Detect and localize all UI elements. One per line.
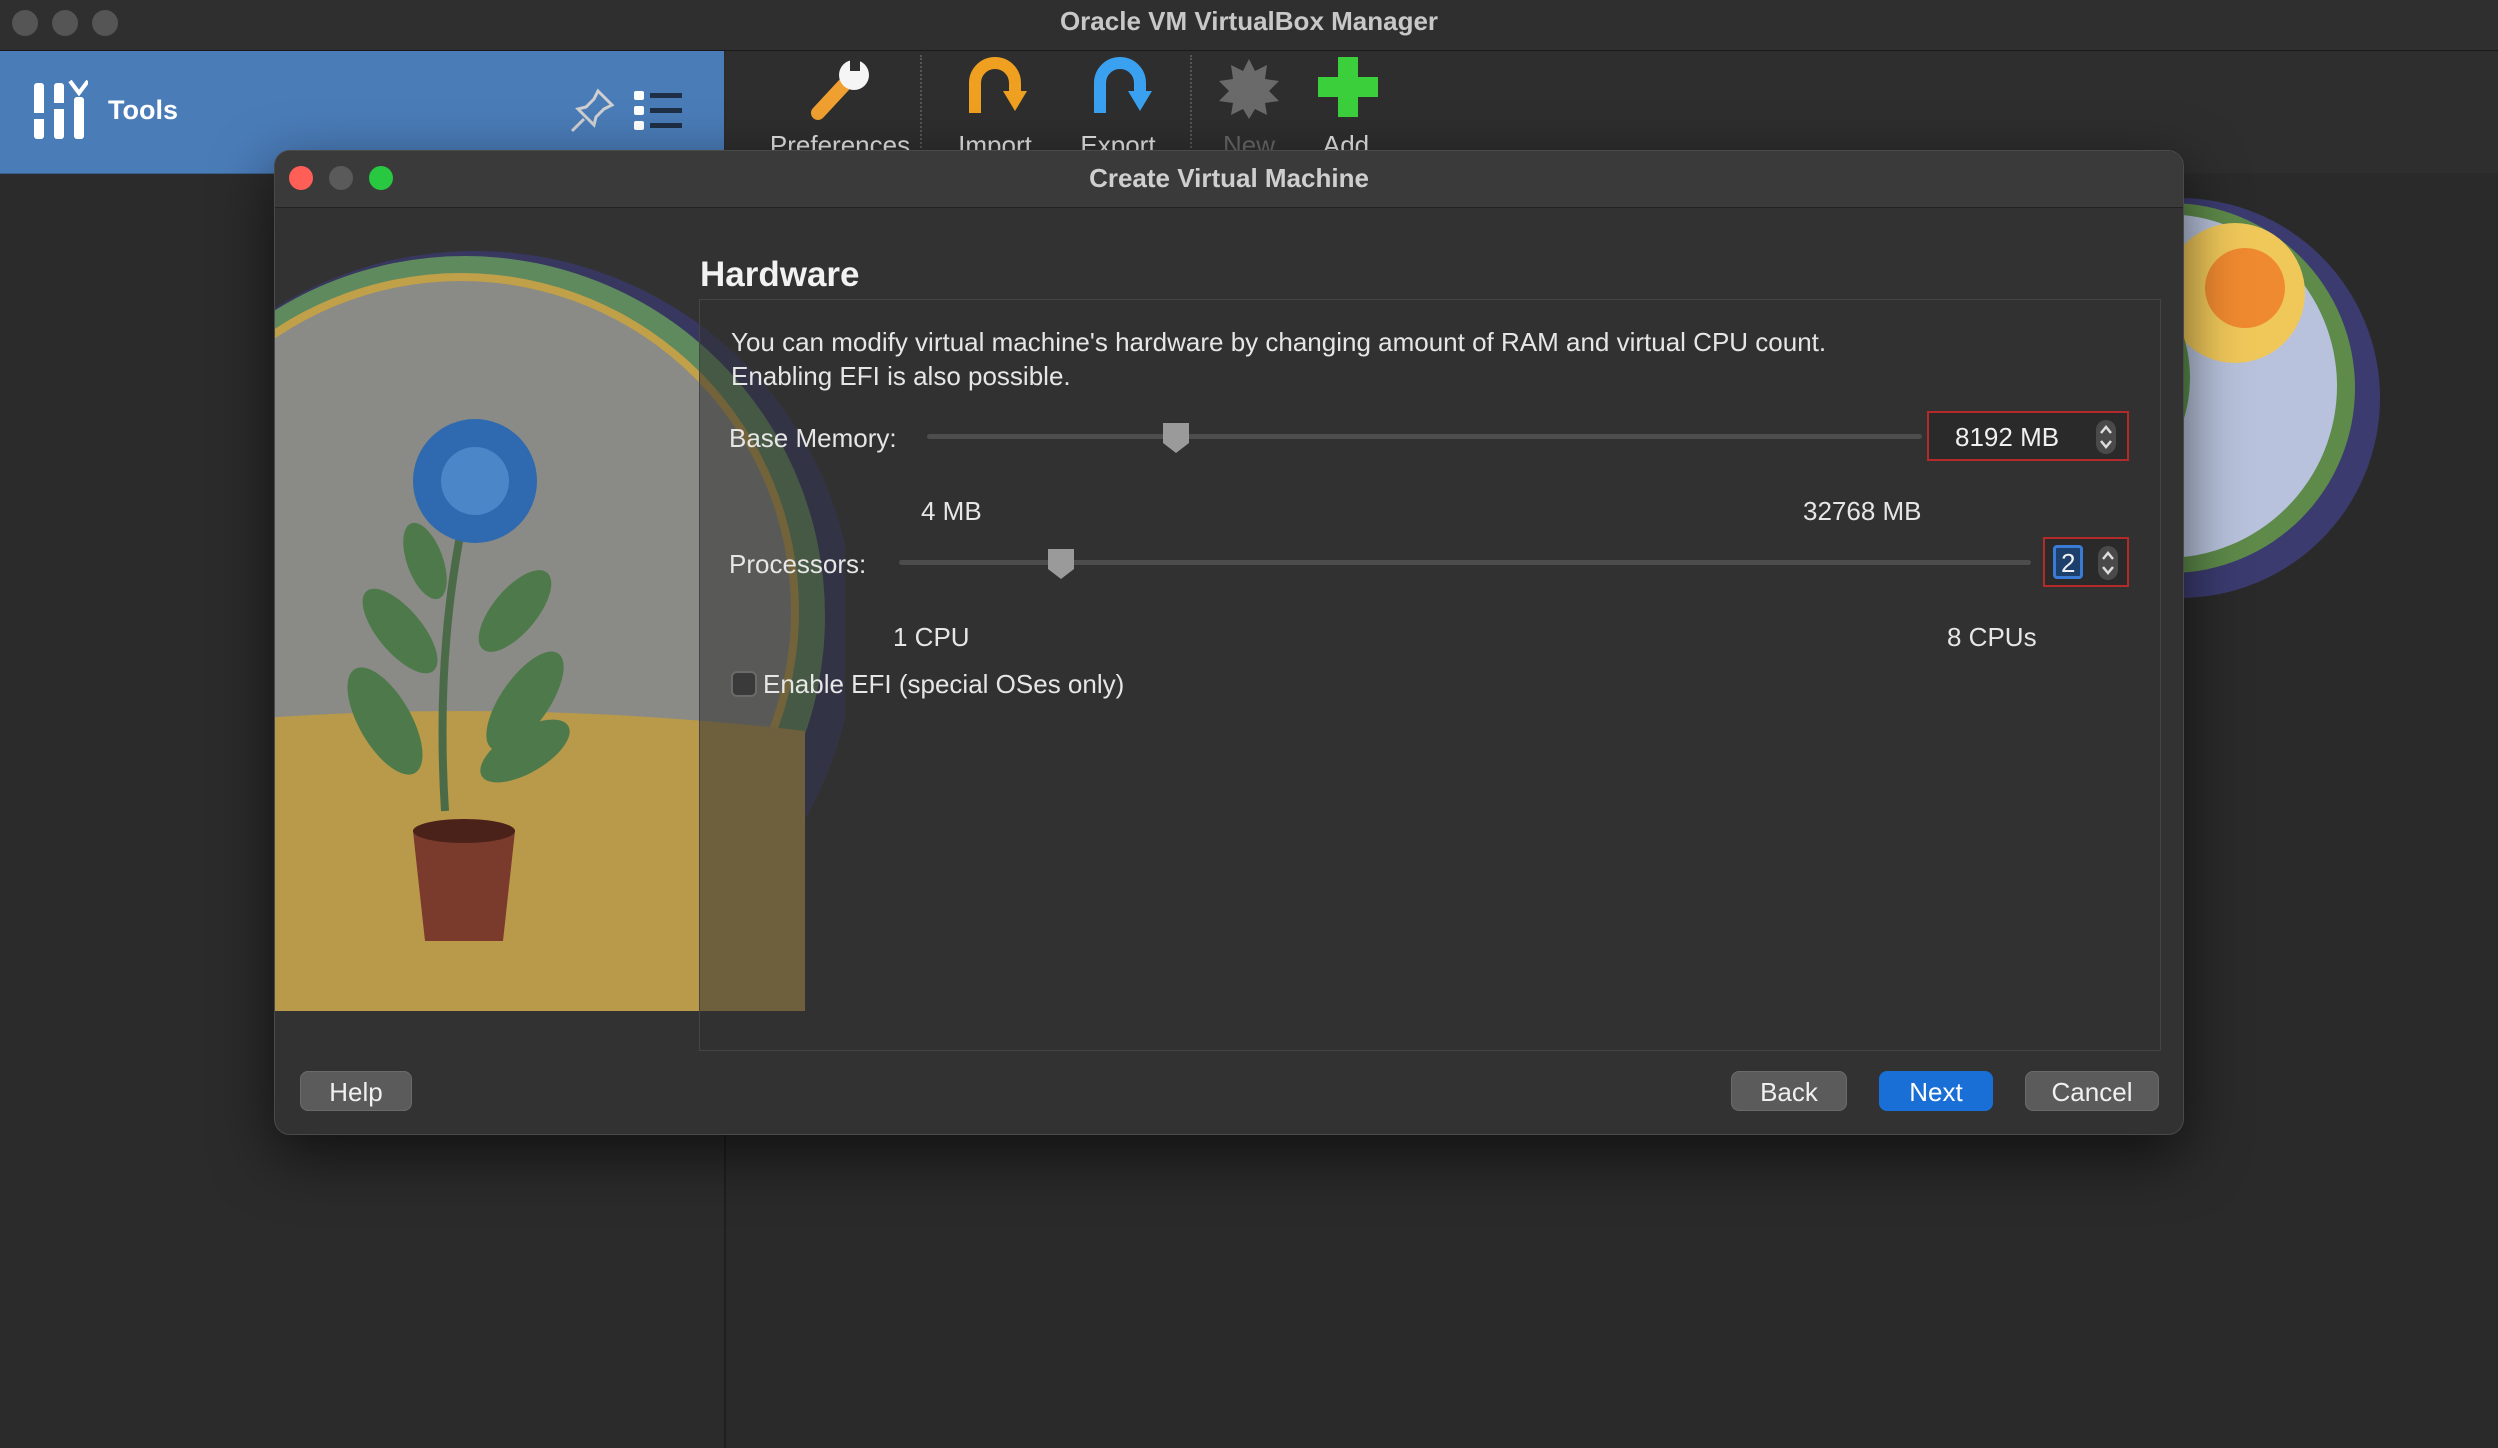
export-arrow-icon bbox=[1094, 57, 1152, 113]
spinbox-arrows-icon[interactable] bbox=[2097, 545, 2119, 581]
dialog-titlebar: Create Virtual Machine bbox=[275, 151, 2183, 208]
base-memory-slider[interactable] bbox=[927, 434, 1922, 439]
enable-efi-label[interactable]: Enable EFI (special OSes only) bbox=[763, 669, 1124, 700]
processors-min-label: 1 CPU bbox=[893, 622, 970, 652]
description-line-2: Enabling EFI is also possible. bbox=[731, 361, 1071, 391]
create-vm-dialog: Create Virtual Machine Hardware You can … bbox=[274, 150, 2184, 1135]
base-memory-value[interactable]: 8192 MB bbox=[1955, 422, 2059, 453]
tools-icon bbox=[34, 79, 88, 139]
processors-max-label: 8 CPUs bbox=[1947, 622, 2037, 652]
back-button[interactable]: Back bbox=[1731, 1071, 1847, 1111]
spinbox-arrows-icon[interactable] bbox=[2095, 419, 2117, 455]
help-button[interactable]: Help bbox=[300, 1071, 412, 1111]
dialog-title: Create Virtual Machine bbox=[1089, 163, 1369, 193]
pin-icon[interactable] bbox=[568, 85, 618, 135]
processors-spinbox[interactable]: 2 bbox=[2043, 537, 2129, 587]
import-arrow-icon bbox=[969, 57, 1027, 113]
list-menu-icon[interactable] bbox=[632, 87, 684, 135]
enable-efi-checkbox[interactable] bbox=[731, 671, 757, 697]
section-title: Hardware bbox=[700, 255, 860, 294]
add-plus-icon bbox=[1318, 57, 1378, 117]
base-memory-max-label: 32768 MB bbox=[1803, 496, 1922, 526]
description-line-1: You can modify virtual machine's hardwar… bbox=[731, 327, 1827, 357]
cancel-button[interactable]: Cancel bbox=[2025, 1071, 2159, 1111]
processors-slider-thumb[interactable] bbox=[1046, 547, 1076, 581]
hardware-description: You can modify virtual machine's hardwar… bbox=[731, 325, 2111, 393]
base-memory-min-label: 4 MB bbox=[921, 496, 982, 526]
preferences-wrench-icon bbox=[811, 57, 869, 120]
processors-label: Processors: bbox=[729, 549, 867, 579]
base-memory-spinbox[interactable]: 8192 MB bbox=[1927, 411, 2129, 461]
main-titlebar: Oracle VM VirtualBox Manager bbox=[0, 0, 2498, 51]
next-button[interactable]: Next bbox=[1879, 1071, 1993, 1111]
processors-value[interactable]: 2 bbox=[2061, 548, 2075, 579]
window-title: Oracle VM VirtualBox Manager bbox=[1059, 6, 1439, 36]
base-memory-slider-thumb[interactable] bbox=[1161, 421, 1191, 455]
tools-label: Tools bbox=[108, 95, 178, 125]
base-memory-label: Base Memory: bbox=[729, 423, 897, 453]
